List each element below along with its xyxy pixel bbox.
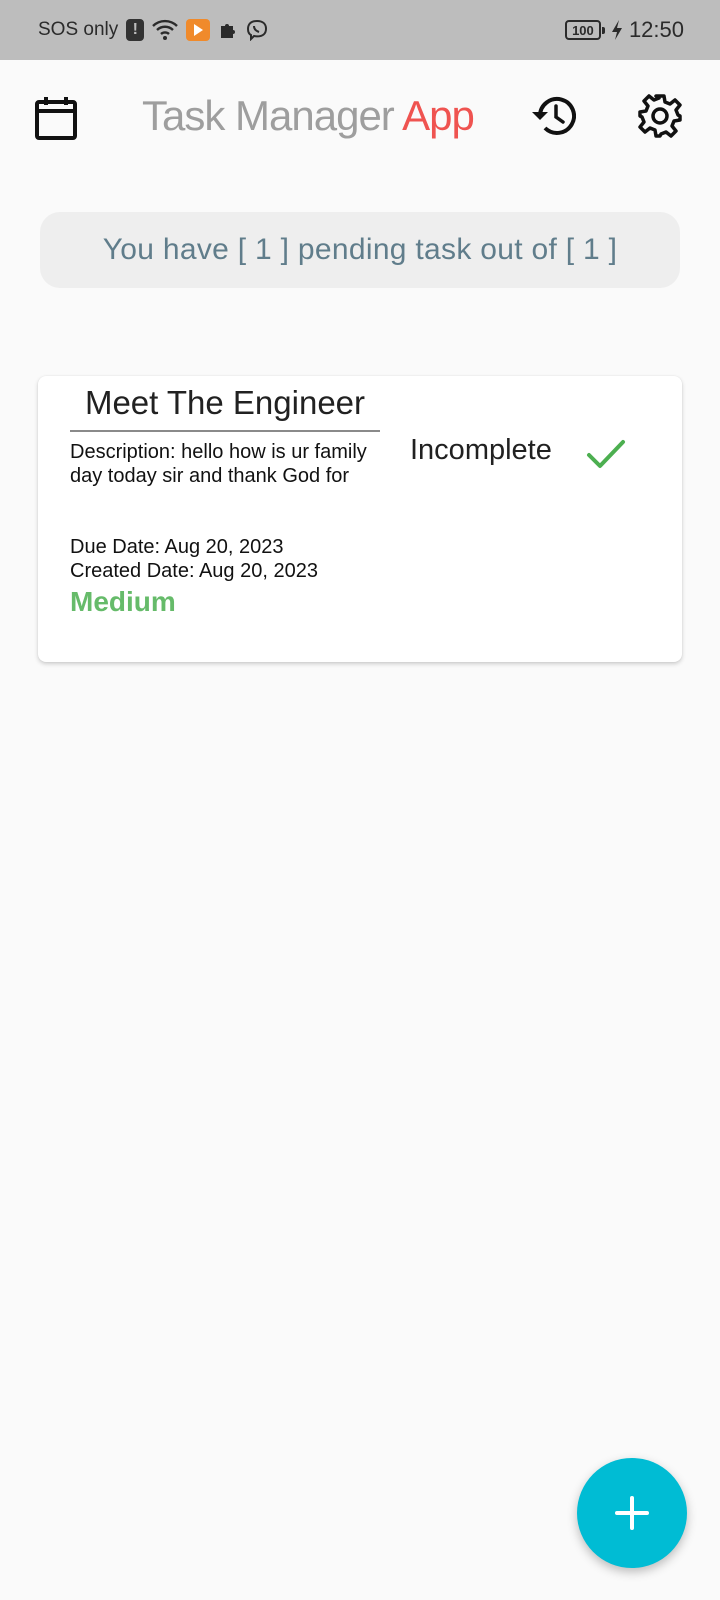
calendar-icon <box>35 97 77 140</box>
pending-summary: You have [ 1 ] pending task out of [ 1 ] <box>40 212 680 288</box>
calendar-button[interactable] <box>26 88 86 148</box>
viber-icon <box>246 19 268 41</box>
task-due-date: Due Date: Aug 20, 2023 <box>70 536 284 558</box>
add-task-button[interactable] <box>577 1458 687 1568</box>
puzzle-icon <box>218 20 238 40</box>
task-priority: Medium <box>70 586 176 617</box>
app-bar: Task Manager App <box>0 60 720 176</box>
pending-summary-text: You have [ 1 ] pending task out of [ 1 ] <box>102 233 618 266</box>
app-title: Task Manager App <box>142 92 475 140</box>
task-status: Incomplete <box>410 434 552 466</box>
app-title-main: Task Manager <box>142 92 395 139</box>
task-created-date: Created Date: Aug 20, 2023 <box>70 560 318 582</box>
charging-icon <box>611 19 623 41</box>
alert-icon: ! <box>126 19 145 41</box>
check-icon <box>587 440 625 468</box>
status-bar-right: 100 12:50 <box>564 17 684 43</box>
mark-complete-button[interactable] <box>578 426 634 482</box>
status-bar: SOS only ! 100 12:50 <box>0 0 720 60</box>
clock: 12:50 <box>628 17 684 42</box>
battery-indicator: 100 <box>564 20 605 40</box>
task-title: Meet The Engineer <box>70 384 380 432</box>
history-button[interactable] <box>522 86 582 146</box>
play-store-icon <box>186 19 211 41</box>
task-description: Description: hello how is ur family day … <box>70 441 367 487</box>
plus-icon <box>615 1496 649 1530</box>
history-icon <box>532 96 576 135</box>
settings-button[interactable] <box>630 86 690 146</box>
app-title-accent: App <box>402 92 475 139</box>
status-bar-left: SOS only ! <box>38 19 268 41</box>
task-card[interactable]: Meet The Engineer Description: hello how… <box>38 376 682 662</box>
wifi-icon <box>152 19 179 41</box>
settings-icon <box>638 94 682 138</box>
carrier-label: SOS only <box>38 19 119 40</box>
